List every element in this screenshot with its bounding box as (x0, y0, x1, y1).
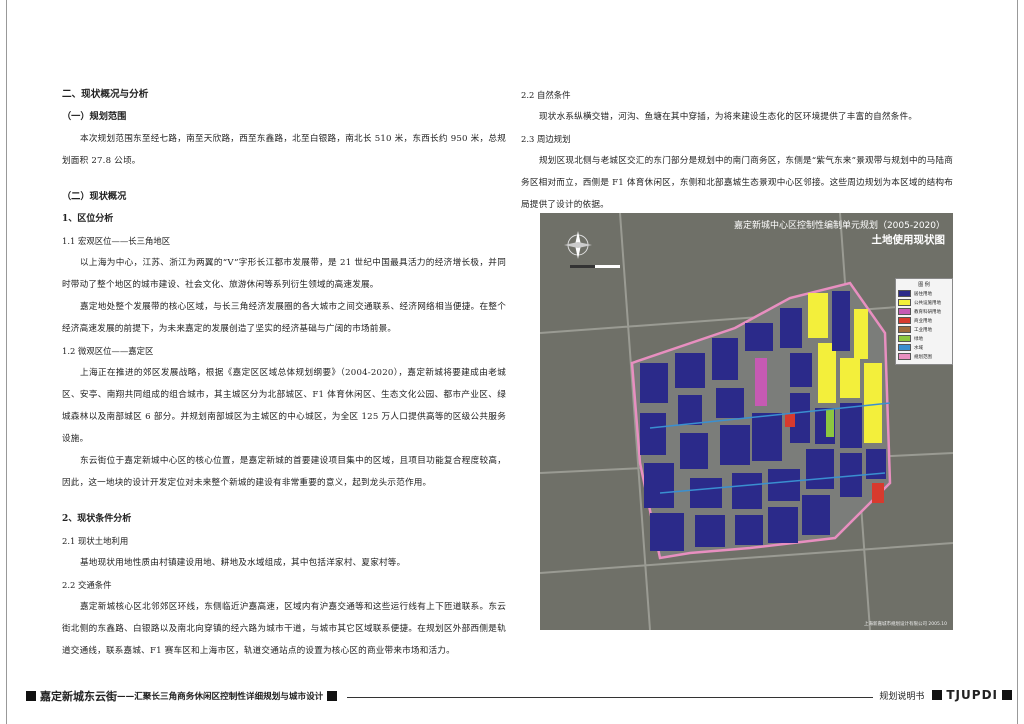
map-title: 嘉定新城中心区控制性编制单元规划（2005-2020） 土地使用现状图 (734, 219, 945, 247)
paragraph: 本次规划范围东至经七路，南至天欣路，西至东鑫路，北至白银路，南北长 510 米，… (62, 134, 506, 166)
legend-item: 水域 (898, 344, 950, 351)
legend-label: 规划范围 (914, 354, 932, 360)
left-text-column: 二、现状概况与分析 （一）规划范围本次规划范围东至经七路，南至天欣路，西至东鑫路，… (62, 84, 506, 662)
legend-item: 绿地 (898, 335, 950, 342)
heading-h4: 1.1 宏观区位——长三角地区 (62, 236, 171, 246)
legend-label: 工业用地 (914, 327, 932, 333)
map-title-line1: 嘉定新城中心区控制性编制单元规划（2005-2020） (733, 221, 945, 231)
land-use-map: 嘉定新城中心区控制性编制单元规划（2005-2020） 土地使用现状图 图 例 … (540, 213, 953, 630)
footer: 嘉定新城东云街 ——汇聚长三角商务休闲区控制性详细规划与城市设计 规划说明书 T… (22, 688, 1016, 706)
legend-item: 公共设施用地 (898, 299, 950, 306)
legend-swatch (898, 335, 911, 342)
heading-h4: 2.3 周边规划 (521, 134, 571, 144)
heading-h4: 1.2 微观区位——嘉定区 (62, 346, 154, 356)
right-text-column: 2.2 自然条件现状水系纵横交错，河沟、鱼塘在其中穿插，为将来建设生态化的区环境… (521, 84, 953, 216)
paragraph: 以上海为中心，江苏、浙江为两翼的“V”字形长江都市发展带，是 21 世纪中国最具… (62, 258, 506, 290)
legend-item: 规划范围 (898, 353, 950, 360)
paragraph: 规划区现北侧与老城区交汇的东门部分是规划中的南门商务区，东侧是“紫气东来”景观带… (521, 156, 953, 210)
heading-h1: 二、现状概况与分析 (62, 89, 149, 100)
paragraph: 上海正在推进的郊区发展战略，根据《嘉定区区域总体规划纲要》（2004-2020）… (62, 368, 506, 444)
legend-label: 绿地 (914, 336, 923, 342)
paragraph: 现状水系纵横交错，河沟、鱼塘在其中穿插，为将来建设生态化的区环境提供了丰富的自然… (539, 112, 918, 122)
map-title-line2: 土地使用现状图 (871, 234, 946, 246)
legend-swatch (898, 308, 911, 315)
legend-swatch (898, 299, 911, 306)
heading-h2: （二）现状概况 (62, 191, 127, 202)
legend-swatch (898, 353, 911, 360)
legend-item: 居住用地 (898, 290, 950, 297)
heading-h4: 2.2 交通条件 (62, 580, 112, 590)
heading-h4: 2.1 现状土地利用 (62, 536, 129, 546)
scale-bar (570, 265, 620, 268)
heading-h3: 2、现状条件分析 (62, 514, 132, 524)
map-credit: 上海新嘉城市规划设计有限公司 2005.10 (863, 622, 947, 627)
square-bullet-icon (26, 691, 36, 701)
doc-type-label: 规划说明书 (879, 691, 925, 702)
map-graphic (540, 213, 953, 630)
tjupdi-logo: TJUPDI (946, 688, 998, 702)
square-bullet-icon (932, 690, 943, 700)
square-bullet-icon (327, 691, 338, 701)
legend-label: 居住用地 (914, 291, 932, 297)
legend-item: 教育科研用地 (898, 308, 950, 315)
legend-label: 水域 (914, 345, 923, 351)
legend-item: 商业用地 (898, 317, 950, 324)
map-legend: 图 例 居住用地公共设施用地 教育科研用地 商业用地工业用地绿地水域规划范围 (895, 278, 953, 365)
square-bullet-icon (1002, 690, 1012, 700)
footer-subtitle: ——汇聚长三角商务休闲区控制性详细规划与城市设计 (117, 692, 324, 702)
footer-title-block: 嘉定新城东云街 ——汇聚长三角商务休闲区控制性详细规划与城市设计 (22, 688, 348, 704)
legend-swatch (898, 290, 911, 297)
legend-label: 商业用地 (914, 318, 932, 324)
legend-swatch (898, 344, 911, 351)
paragraph: 东云街位于嘉定新城中心区的核心位置，是嘉定新城的首要建设项目集中的区域，且项目功… (62, 456, 506, 488)
legend-swatch (898, 317, 911, 324)
legend-swatch (898, 326, 911, 333)
legend-title: 图 例 (918, 282, 930, 288)
footer-brand-block: 规划说明书 TJUPDI (873, 688, 1016, 702)
heading-h3: 1、区位分析 (62, 214, 114, 224)
footer-title: 嘉定新城东云街 (40, 690, 117, 703)
legend-item: 工业用地 (898, 326, 950, 333)
heading-h2: （一）规划范围 (62, 111, 127, 122)
heading-h4: 2.2 自然条件 (521, 90, 571, 100)
legend-label: 公共设施用地 (914, 300, 941, 306)
paragraph: 嘉定地处整个发展带的核心区域，与长三角经济发展圈的各大城市之间交通联系、经济网络… (62, 302, 506, 334)
paragraph: 嘉定新城核心区北邻郊区环线，东侧临近沪嘉高速，区域内有沪嘉交通等和这些运行线有上… (62, 602, 506, 656)
legend-rows: 居住用地公共设施用地 教育科研用地 商业用地工业用地绿地水域规划范围 (898, 290, 950, 360)
paragraph: 基地现状用地性质由村镇建设用地、耕地及水域组成，其中包括洋家村、夏家村等。 (80, 558, 406, 568)
legend-label: 教育科研用地 (914, 309, 941, 315)
